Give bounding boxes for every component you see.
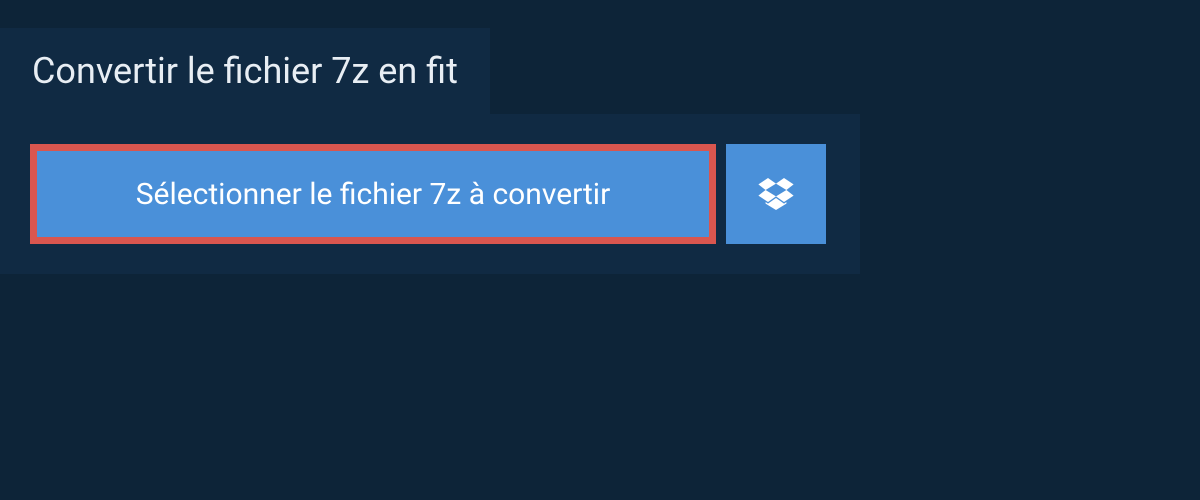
dropbox-icon <box>756 174 796 214</box>
page-title: Convertir le fichier 7z en fit <box>32 50 458 92</box>
tab-header: Convertir le fichier 7z en fit <box>0 28 490 114</box>
upload-panel: Sélectionner le fichier 7z à convertir <box>0 114 860 274</box>
select-file-button[interactable]: Sélectionner le fichier 7z à convertir <box>30 144 716 244</box>
select-file-label: Sélectionner le fichier 7z à convertir <box>136 177 611 212</box>
button-row: Sélectionner le fichier 7z à convertir <box>30 144 830 244</box>
dropbox-button[interactable] <box>726 144 826 244</box>
